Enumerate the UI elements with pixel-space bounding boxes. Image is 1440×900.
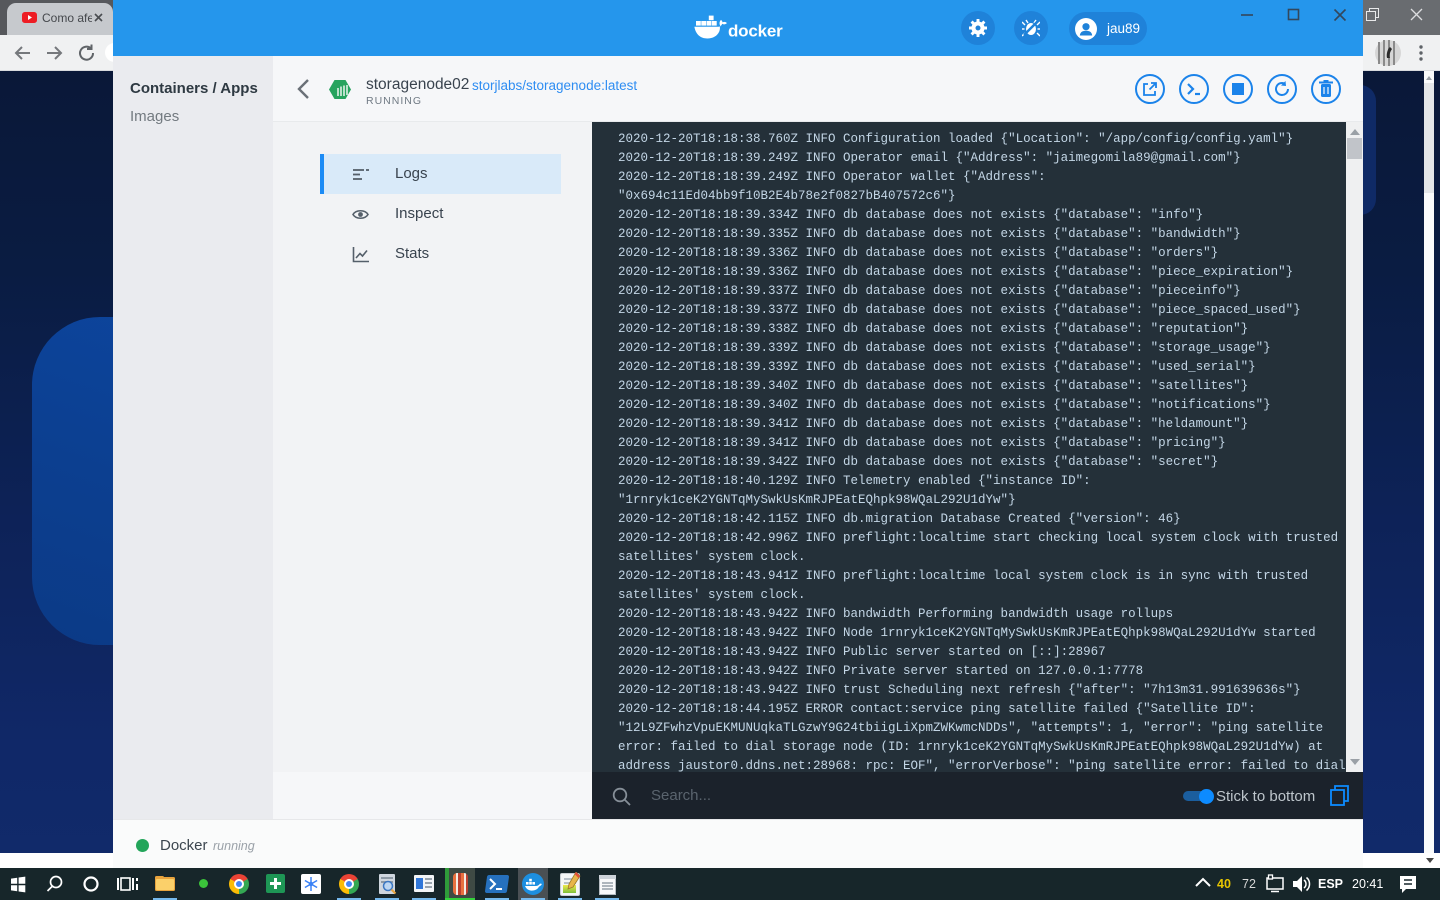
svg-text:docker: docker — [728, 22, 783, 41]
